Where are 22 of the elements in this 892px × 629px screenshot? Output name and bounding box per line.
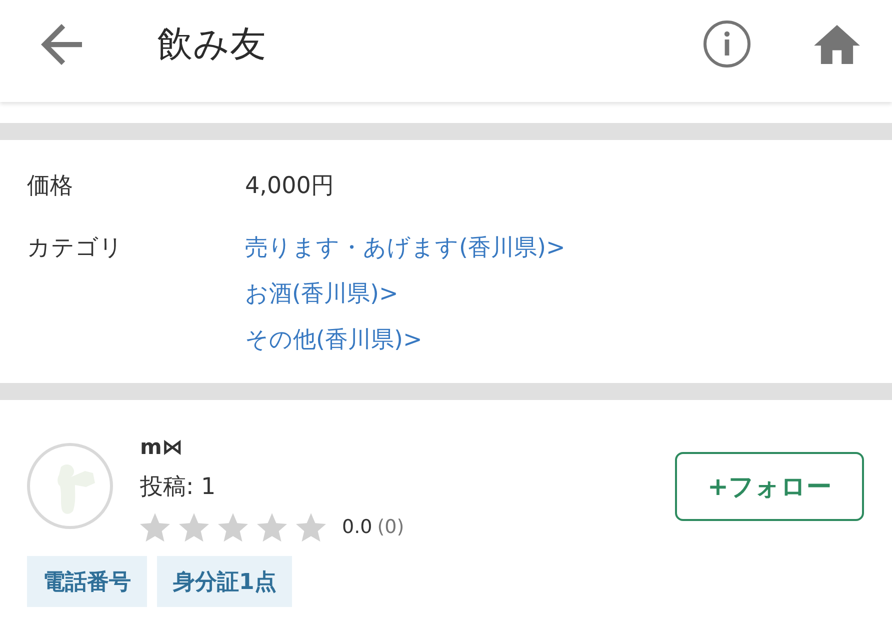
category-link[interactable]: お酒(香川県)>	[245, 271, 398, 317]
star-icon	[140, 512, 170, 542]
price-value: 4,000円	[245, 172, 334, 201]
verification-tag: 電話番号	[27, 556, 147, 607]
follow-button[interactable]: +フォロー	[675, 452, 864, 521]
home-icon[interactable]	[814, 24, 860, 64]
verification-tag: 身分証1点	[157, 556, 292, 607]
star-icon	[179, 512, 209, 542]
star-icon	[218, 512, 248, 542]
info-icon[interactable]	[703, 20, 751, 68]
user-name: m⋈	[140, 434, 183, 461]
back-arrow-icon[interactable]	[41, 24, 82, 64]
category-link[interactable]: その他(香川県)>	[245, 317, 422, 363]
detail-label: カテゴリ	[27, 234, 124, 263]
star-icon	[296, 512, 326, 542]
detail-label: 価格	[27, 172, 74, 201]
page-title: 飲み友	[157, 22, 266, 66]
review-count: (0)	[377, 516, 404, 538]
star-icon	[257, 512, 287, 542]
category-link[interactable]: 売ります・あげます(香川県)>	[245, 225, 566, 271]
post-count: 投稿: 1	[140, 473, 216, 502]
rating-score: 0.0	[342, 516, 372, 538]
